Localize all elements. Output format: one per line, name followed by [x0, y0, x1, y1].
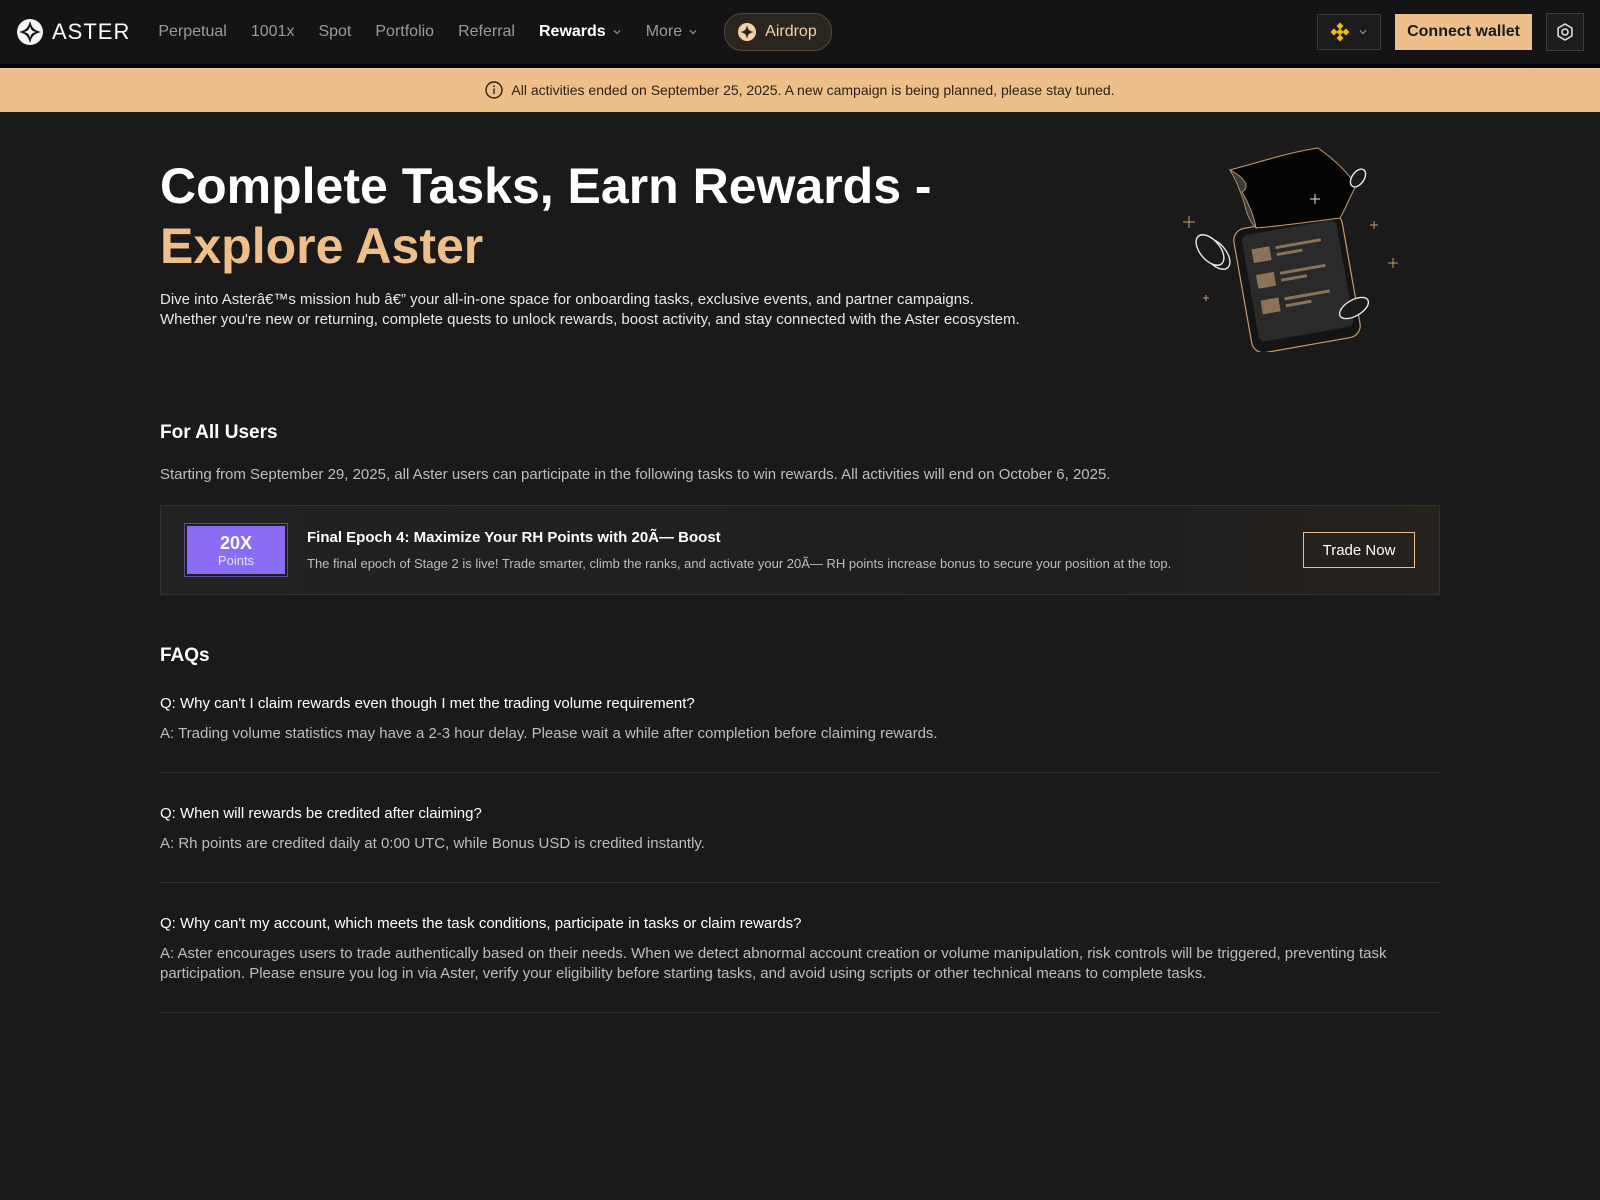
- gear-icon: [1557, 23, 1573, 41]
- aster-logo-icon: [17, 19, 43, 45]
- airdrop-icon: [738, 23, 757, 41]
- hero-section: Complete Tasks, Earn Rewards - Explore A…: [160, 112, 1440, 412]
- nav-perpetual[interactable]: Perpetual: [146, 0, 239, 64]
- header-controls: Connect wallet: [1317, 13, 1584, 51]
- faqs-title: FAQs: [160, 645, 210, 666]
- chevron-down-icon: [1359, 30, 1367, 35]
- banner-text: All activities ended on September 25, 20…: [511, 82, 1115, 98]
- task-description: The final epoch of Stage 2 is live! Trad…: [307, 556, 1172, 571]
- task-title: Final Epoch 4: Maximize Your RH Points w…: [307, 529, 721, 546]
- faqs-section: FAQs Q: Why can't I claim rewards even t…: [160, 645, 1440, 1013]
- faq-item: Q: When will rewards be credited after c…: [160, 773, 1440, 883]
- airdrop-label: Airdrop: [765, 23, 817, 40]
- points-badge-multiplier: 20X: [219, 532, 253, 553]
- nav-1001x-label: 1001x: [250, 23, 295, 40]
- nav-1001x[interactable]: 1001x: [239, 0, 307, 64]
- faq-answer: A: Aster encourages users to trade authe…: [160, 945, 1387, 982]
- faq-question: Q: Why can't my account, which meets the…: [160, 915, 802, 932]
- phone-reward-illustration-icon: [1183, 147, 1398, 352]
- main-nav: Perpetual 1001x Spot Portfolio Referral …: [146, 0, 832, 64]
- nav-rewards[interactable]: Rewards: [527, 0, 634, 64]
- faq-item: Q: Why can't I claim rewards even though…: [160, 667, 1440, 773]
- aster-logo[interactable]: ASTER: [16, 18, 130, 46]
- hero-description: Dive into Asterâ€™s mission hub â€” your…: [160, 290, 1020, 330]
- main-content: Complete Tasks, Earn Rewards - Explore A…: [160, 112, 1440, 1013]
- top-navbar: ASTER Perpetual 1001x Spot Portfolio Ref…: [0, 0, 1600, 68]
- info-icon: [485, 81, 504, 99]
- nav-spot[interactable]: Spot: [306, 0, 363, 64]
- for-all-users-section: For All Users Starting from September 29…: [160, 422, 1440, 595]
- chevron-down-icon: [689, 30, 697, 35]
- announcement-banner: All activities ended on September 25, 20…: [0, 68, 1600, 112]
- logo-text: ASTER: [52, 19, 131, 44]
- nav-rewards-label: Rewards: [538, 23, 606, 40]
- hero-title-line2: Explore Aster: [160, 218, 484, 274]
- chain-selector[interactable]: [1317, 14, 1382, 50]
- for-all-users-subtitle: Starting from September 29, 2025, all As…: [160, 466, 1111, 483]
- for-all-users-title: For All Users: [160, 422, 278, 443]
- settings-button[interactable]: [1546, 13, 1584, 51]
- nav-more[interactable]: More: [634, 0, 710, 64]
- points-badge: 20X Points: [184, 523, 288, 577]
- bnb-chain-icon: [1330, 22, 1350, 42]
- faq-question: Q: When will rewards be credited after c…: [160, 805, 482, 822]
- hero-title-line1: Complete Tasks, Earn Rewards -: [160, 158, 932, 214]
- points-badge-label: Points: [217, 552, 255, 568]
- chevron-down-icon: [613, 30, 621, 35]
- trade-now-button[interactable]: Trade Now: [1303, 532, 1415, 568]
- nav-portfolio[interactable]: Portfolio: [363, 0, 446, 64]
- connect-wallet-button[interactable]: Connect wallet: [1395, 14, 1532, 50]
- nav-more-label: More: [645, 23, 683, 40]
- nav-referral[interactable]: Referral: [446, 0, 527, 64]
- nav-portfolio-label: Portfolio: [375, 23, 435, 40]
- hero-desc-line1: Dive into Asterâ€™s mission hub â€” your…: [160, 291, 974, 308]
- airdrop-button[interactable]: Airdrop: [724, 13, 832, 51]
- faq-answer: A: Trading volume statistics may have a …: [160, 725, 938, 742]
- hero-desc-line2: Whether you're new or returning, complet…: [160, 311, 1020, 328]
- task-card: 20X Points Final Epoch 4: Maximize Your …: [160, 505, 1440, 595]
- nav-perpetual-label: Perpetual: [158, 23, 227, 40]
- nav-referral-label: Referral: [458, 23, 515, 40]
- hero-title: Complete Tasks, Earn Rewards - Explore A…: [160, 156, 932, 276]
- faq-item: Q: Why can't my account, which meets the…: [160, 883, 1440, 1013]
- faq-question: Q: Why can't I claim rewards even though…: [160, 695, 695, 712]
- task-info: Final Epoch 4: Maximize Your RH Points w…: [307, 529, 1303, 571]
- nav-spot-label: Spot: [318, 23, 352, 40]
- faq-answer: A: Rh points are credited daily at 0:00 …: [160, 835, 705, 852]
